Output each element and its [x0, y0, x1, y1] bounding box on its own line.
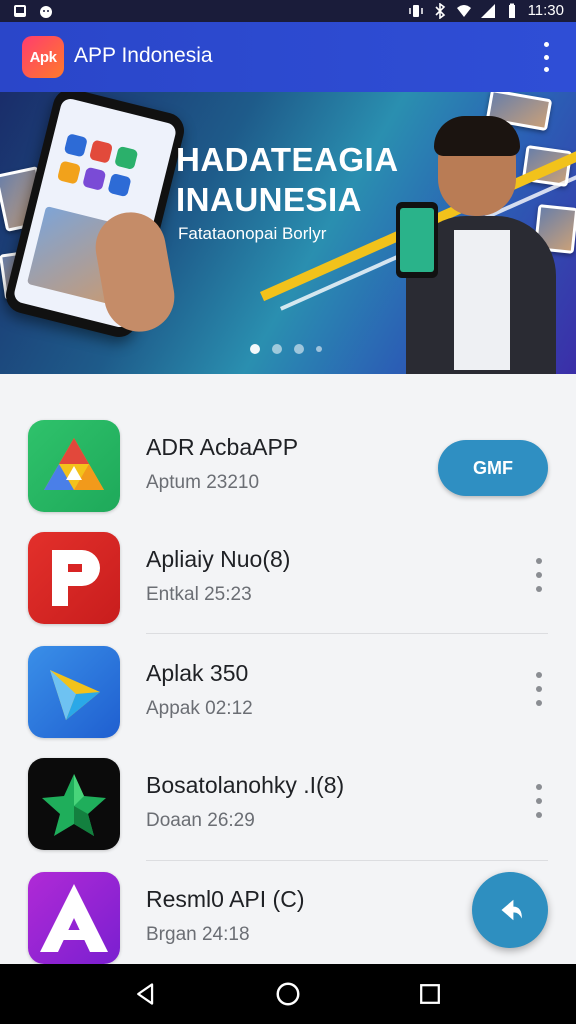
person-illustration	[392, 116, 572, 374]
carousel-indicator[interactable]	[250, 344, 322, 354]
carousel-dot[interactable]	[316, 346, 322, 352]
purple-a-icon	[28, 872, 120, 964]
battery-icon	[508, 3, 515, 18]
app-subtitle: Doaan 26:29	[146, 810, 255, 831]
overflow-menu-icon[interactable]	[534, 42, 558, 72]
banner-headline-line2: INAUNESIA	[176, 181, 363, 218]
image-notification-icon	[14, 5, 26, 17]
status-bar: 11:30	[0, 0, 576, 22]
share-fab[interactable]	[472, 872, 548, 948]
drive-triangle-icon	[28, 420, 120, 512]
app-subtitle: Aptum 23210	[146, 472, 260, 493]
list-item[interactable]: Apliaiy Nuo(8) Entkal 25:23	[0, 532, 576, 644]
signal-icon	[480, 3, 495, 18]
carousel-dot[interactable]	[272, 344, 282, 354]
banner-subtitle: Fatataonopai Borlyr	[178, 224, 327, 243]
list-item[interactable]: Aplak 350 Appak 02:12	[0, 646, 576, 758]
more-options-icon[interactable]	[532, 558, 546, 592]
blue-play-icon	[28, 646, 120, 738]
android-notification-icon	[40, 6, 52, 18]
list-item[interactable]: Bosatolanohky .I(8) Doaan 26:29	[0, 758, 576, 870]
app-title: Apliaiy Nuo(8)	[146, 546, 291, 572]
home-button[interactable]	[272, 978, 304, 1010]
app-title: APP Indonesia	[74, 44, 213, 67]
app-title: Bosatolanohky .I(8)	[146, 772, 345, 798]
app-title: Resml0 API (C)	[146, 886, 305, 912]
carousel-dot[interactable]	[250, 344, 260, 354]
share-icon	[501, 899, 522, 921]
app-subtitle: Entkal 25:23	[146, 584, 252, 605]
vibrate-icon	[408, 4, 423, 17]
carousel-dot[interactable]	[294, 344, 304, 354]
app-subtitle: Brgan 24:18	[146, 924, 250, 945]
back-triangle-icon	[137, 983, 154, 1005]
app-title: ADR AcbaAPP	[146, 434, 299, 460]
app-bar: Apk APP Indonesia	[0, 22, 576, 92]
more-options-icon[interactable]	[532, 672, 546, 706]
system-nav-bar	[0, 964, 576, 1024]
banner-headline: HADATEAGIA INAUNESIA	[176, 140, 399, 220]
app-logo: Apk	[22, 36, 64, 78]
wifi-icon	[456, 4, 471, 17]
bluetooth-icon	[434, 2, 445, 19]
red-p-icon	[28, 532, 120, 624]
green-star-icon	[28, 758, 120, 850]
recents-button[interactable]	[414, 978, 446, 1010]
back-button[interactable]	[130, 978, 162, 1010]
divider	[146, 633, 548, 634]
app-title: Aplak 350	[146, 660, 249, 686]
get-button[interactable]: GMF	[438, 440, 548, 496]
promo-banner[interactable]: HADATEAGIA INAUNESIA Fatataonopai Borlyr	[0, 92, 576, 374]
divider	[146, 860, 548, 861]
recents-square-icon	[420, 984, 440, 1004]
app-subtitle: Appak 02:12	[146, 698, 253, 719]
banner-headline-line1: HADATEAGIA	[176, 141, 399, 178]
status-time: 11:30	[527, 2, 564, 19]
more-options-icon[interactable]	[532, 784, 546, 818]
home-circle-icon	[276, 982, 300, 1006]
